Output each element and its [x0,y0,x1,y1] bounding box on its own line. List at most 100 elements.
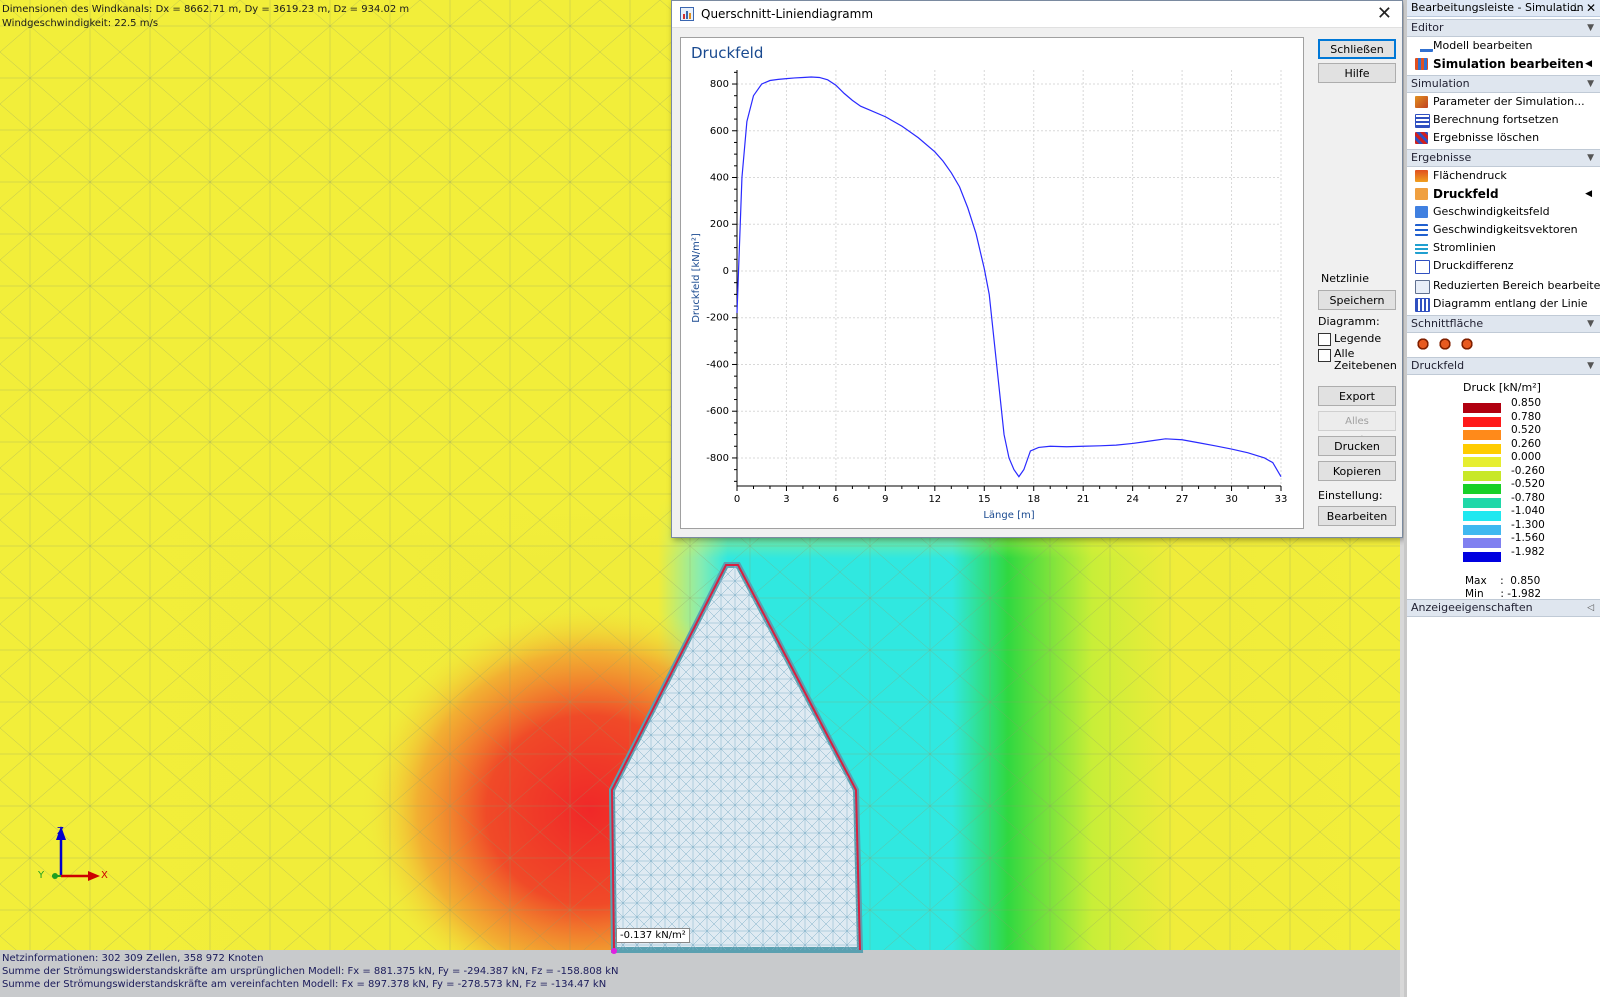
all-time-levels-checkbox[interactable]: Alle Zeitebenen [1318,348,1398,372]
sidebar-item-velocity-field[interactable]: Geschwindigkeitsfeld [1407,203,1600,221]
chevron-left-icon: ◀ [1585,189,1592,199]
sidebar-item-simulation-parameters[interactable]: Parameter der Simulation... [1407,93,1600,111]
sidebar-item-edit-reduced-area[interactable]: Reduzierten Bereich bearbeiten [1407,277,1600,295]
cut-plane-z-icon[interactable] [1459,336,1475,352]
x-tick-label: 15 [978,494,991,505]
sidebar-item-label: Flächendruck [1433,169,1507,182]
close-icon[interactable]: ✕ [1586,0,1596,16]
sidebar-item-diagram-along-line[interactable]: Diagramm entlang der Linie [1407,295,1600,313]
chevron-down-icon: ▼ [1587,153,1594,163]
checkbox-box[interactable] [1318,333,1331,346]
series-line [736,76,1282,478]
sidebar-item-streamlines[interactable]: Stromlinien [1407,239,1600,257]
legend-swatch [1463,430,1501,440]
dialog-titlebar[interactable]: Querschnitt-Liniendiagramm ✕ [672,1,1402,28]
sidebar-item-delete-results[interactable]: Ergebnisse löschen [1407,129,1600,147]
legend-swatch [1463,403,1501,413]
sidebar-titlebar: Bearbeitungsleiste - Simulation ⊥ ✕ [1407,0,1600,17]
section-editor[interactable]: Editor ▼ [1407,19,1600,37]
print-button[interactable]: Drucken [1318,436,1396,456]
sidebar-item-continue-calculation[interactable]: Berechnung fortsetzen [1407,111,1600,129]
y-tick-label: 0 [723,266,729,277]
section-label: Simulation [1411,77,1470,90]
y-tick-label: -200 [706,313,729,324]
max-label: Max [1465,575,1487,587]
sidebar-item-edit-model[interactable]: Modell bearbeiten [1407,37,1600,55]
chevron-left-icon: ◀ [1585,59,1592,69]
close-button[interactable]: Schließen [1318,39,1396,59]
sidebar-item-label: Geschwindigkeitsvektoren [1433,223,1578,236]
export-all-button[interactable]: Alles exportieren [1318,411,1396,446]
legend-swatch [1463,457,1501,467]
cut-plane-x-icon[interactable] [1415,336,1431,352]
diagram-line-icon [1415,298,1430,312]
reduced-area-icon [1415,280,1430,294]
legend-value: 0.780 [1511,410,1542,423]
section-label: Ergebnisse [1411,151,1472,164]
cut-plane-y-icon[interactable] [1437,336,1453,352]
legend-swatch [1463,416,1501,427]
diagram-label: Diagramm: [1318,315,1380,328]
pressure-line-chart: Druckfeld 0 3 6 9 12 15 18 21 24 27 30 33 800 600 400 20… [691,44,1287,521]
pressure-field-icon [1415,188,1428,200]
legend-swatch [1463,551,1501,562]
sidebar-item-label: Parameter der Simulation... [1433,95,1585,108]
legend-value: 0.260 [1511,437,1542,450]
legend-value: -1.982 [1511,545,1545,558]
pressure-difference-icon [1415,260,1430,274]
axis-z-label: Z [57,826,64,837]
wind-speed-info: Windgeschwindigkeit: 22.5 m/s [2,18,159,29]
checkbox-box[interactable] [1318,349,1331,362]
y-tick-label: -800 [706,453,729,464]
simulation-sidebar: Bearbeitungsleiste - Simulation ⊥ ✕ Edit… [1404,0,1600,997]
legend-value: -1.300 [1511,518,1545,531]
close-icon[interactable]: ✕ [1377,3,1392,24]
x-tick-label: 12 [928,494,941,505]
x-axis-label: Länge [m] [983,510,1034,521]
export-button[interactable]: Export [1318,386,1396,406]
y-tick-label: 800 [710,79,729,90]
chevron-down-icon: ▼ [1587,79,1594,89]
mesh-line-label: Netzlinie [1321,272,1369,285]
section-label: Druckfeld [1411,359,1465,372]
color-legend: Druck [kN/m²] 0.850 0.780 0.520 0.260 0.000-… [1407,375,1600,600]
help-button[interactable]: Hilfe [1318,63,1396,83]
y-tick-label: -400 [706,359,729,370]
section-cut-plane[interactable]: Schnittfläche ▼ [1407,315,1600,333]
y-tick-label: -600 [706,406,729,417]
x-tick-label: 30 [1225,494,1238,505]
sidebar-item-pressure-field[interactable]: Druckfeld ◀ [1407,185,1600,203]
legend-value: -0.260 [1511,464,1545,477]
pin-icon[interactable]: ⊥ [1570,0,1580,16]
sidebar-item-velocity-vectors[interactable]: Geschwindigkeitsvektoren [1407,221,1600,239]
section-results[interactable]: Ergebnisse ▼ [1407,149,1600,167]
cut-plane-tools [1407,333,1600,355]
velocity-field-icon [1415,206,1428,218]
legend-max: Max : 0.850 [1465,575,1541,587]
section-display-properties[interactable]: Anzeigeeigenschaften ◁ [1407,599,1600,617]
legend-checkbox[interactable]: Legende [1318,332,1381,346]
model-icon [1415,40,1433,52]
chart-title: Druckfeld [691,44,763,62]
legend-value: -0.520 [1511,478,1545,490]
legend-swatch [1463,484,1501,494]
surface-pressure-icon [1415,170,1428,182]
save-button[interactable]: Speichern [1318,290,1396,310]
legend-swatch [1463,511,1501,521]
sidebar-item-label: Berechnung fortsetzen [1433,113,1559,126]
edit-button[interactable]: Bearbeiten [1318,506,1396,526]
section-pressure-field[interactable]: Druckfeld ▼ [1407,357,1600,375]
legend-swatch [1463,470,1501,481]
simulation-icon [1415,58,1428,70]
sidebar-item-surface-pressure[interactable]: Flächendruck [1407,167,1600,185]
copy-button[interactable]: Kopieren [1318,461,1396,481]
section-simulation[interactable]: Simulation ▼ [1407,75,1600,93]
drag-forces-original: Summe der Strömungswiderstandskräfte am … [2,966,619,977]
tunnel-dimensions-info: Dimensionen des Windkanals: Dx = 8662.71… [2,4,410,15]
x-tick-label: 21 [1077,494,1090,505]
legend-swatch [1463,443,1501,454]
sidebar-title: Bearbeitungsleiste - Simulation [1411,1,1584,14]
calculation-grid-icon [1415,114,1430,128]
sidebar-item-edit-simulation[interactable]: Simulation bearbeiten ◀ [1407,55,1600,73]
sidebar-item-pressure-difference[interactable]: Druckdifferenz [1407,257,1600,275]
